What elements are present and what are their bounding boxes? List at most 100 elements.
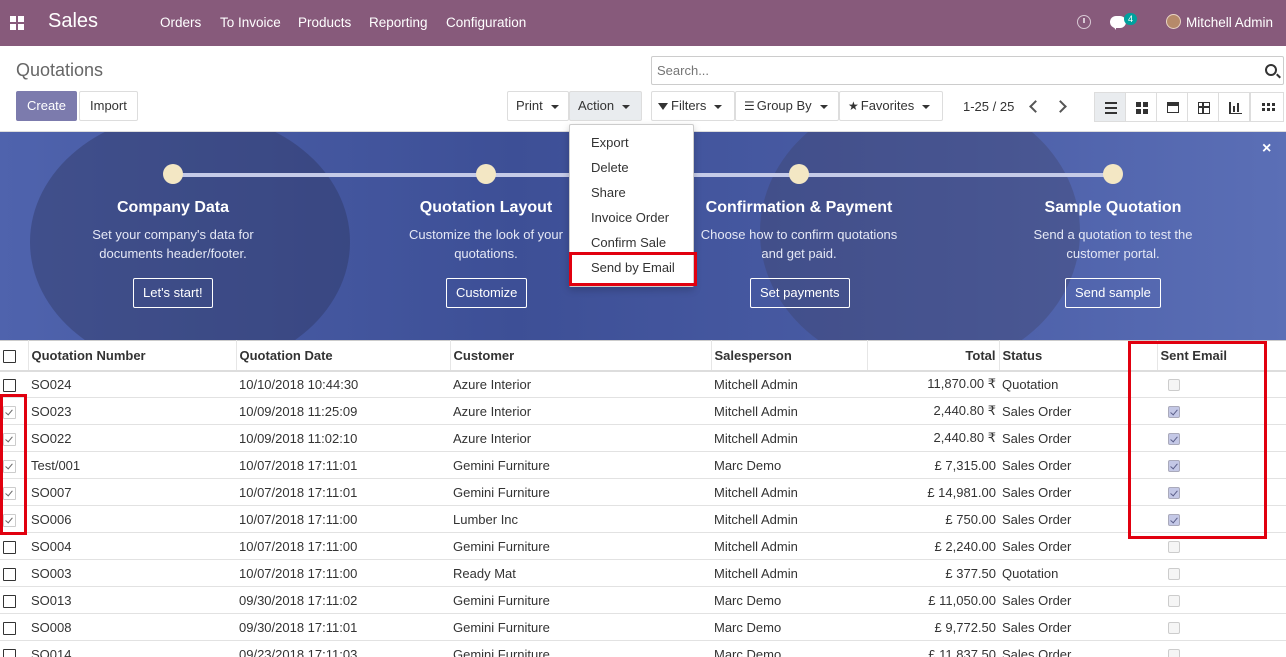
create-button[interactable]: Create [16, 91, 78, 121]
graph-view-icon[interactable] [1218, 92, 1250, 122]
select-all-header[interactable] [0, 341, 28, 371]
table-row[interactable]: SO014 09/23/2018 17:11:03 Gemini Furniture… [0, 641, 1286, 657]
step-desc: Send a quotation to test the customer por… [1013, 225, 1213, 263]
table-row[interactable]: SO023 10/09/2018 11:25:09 Azure Interior Mi… [0, 398, 1286, 425]
table-row[interactable]: SO006 10/07/2018 17:11:00 Lumber Inc Mitche… [0, 506, 1286, 533]
cell-customer: Gemini Furniture [453, 538, 550, 554]
row-select-checkbox[interactable] [3, 648, 16, 657]
highlight-selected-rows [0, 394, 27, 535]
menu-item-invoice-order[interactable]: Invoice Order [591, 210, 669, 225]
cell-quotation-date: 10/09/2018 11:02:10 [239, 430, 358, 446]
row-select-checkbox[interactable] [3, 621, 16, 635]
close-banner-icon[interactable]: × [1262, 140, 1271, 158]
search-bar[interactable] [651, 56, 1284, 85]
cell-total: 2,440.80 ₹ [933, 403, 997, 418]
calendar-view-icon[interactable] [1156, 92, 1188, 122]
step-desc: Set your company's data for documents hea… [73, 225, 273, 263]
app-brand[interactable]: Sales [48, 10, 98, 33]
row-select-checkbox[interactable] [3, 594, 16, 608]
groupby-bars-icon: ☰ [744, 99, 755, 113]
activity-clock-icon[interactable] [1077, 15, 1091, 29]
cell-salesperson: Mitchell Admin [714, 403, 798, 419]
cell-customer: Gemini Furniture [453, 457, 550, 473]
favorites-dropdown[interactable]: ★ Favorites [839, 91, 943, 121]
list-view-icon[interactable] [1094, 92, 1126, 122]
row-select-checkbox[interactable] [3, 540, 16, 554]
grid-view-icon[interactable] [1250, 92, 1284, 122]
menu-to-invoice[interactable]: To Invoice [220, 15, 281, 30]
user-avatar[interactable] [1166, 14, 1181, 29]
menu-item-share[interactable]: Share [591, 185, 626, 200]
row-select-cell[interactable] [0, 587, 28, 614]
step-desc-line: Send a quotation to test the [1033, 227, 1193, 242]
menu-configuration[interactable]: Configuration [446, 15, 526, 30]
table-row[interactable]: SO007 10/07/2018 17:11:01 Gemini Furniture… [0, 479, 1286, 506]
row-select-cell[interactable] [0, 533, 28, 560]
apps-grid-icon[interactable] [10, 16, 24, 30]
import-button[interactable]: Import [79, 91, 138, 121]
groupby-dropdown[interactable]: ☰ Group By [735, 91, 839, 121]
customize-button[interactable]: Customize [446, 278, 528, 308]
step-desc-line: and get paid. [761, 246, 837, 261]
table-row[interactable]: SO013 09/30/2018 17:11:02 Gemini Furniture… [0, 587, 1286, 614]
pager-previous-icon[interactable] [1022, 92, 1048, 120]
cell-status: Sales Order [1002, 646, 1072, 657]
header-customer[interactable]: Customer [449, 340, 711, 371]
table-row[interactable]: SO003 10/07/2018 17:11:00 Ready Mat Mitchel… [0, 560, 1286, 587]
step-dot [476, 164, 496, 184]
caret-down-icon [550, 104, 559, 109]
highlight-send-by-email [569, 252, 697, 286]
cell-salesperson: Mitchell Admin [714, 376, 798, 392]
menu-item-confirm-sale[interactable]: Confirm Sale [591, 235, 666, 250]
row-select-checkbox[interactable] [3, 378, 16, 392]
cell-customer: Lumber Inc [453, 511, 519, 527]
top-navbar: Sales Orders To Invoice Products Reporti… [0, 0, 1286, 46]
kanban-view-icon[interactable] [1125, 92, 1157, 122]
row-select-cell[interactable] [0, 560, 28, 587]
header-salesperson[interactable]: Salesperson [710, 340, 867, 371]
row-select-cell[interactable] [0, 641, 28, 657]
cell-salesperson: Marc Demo [714, 619, 782, 635]
cell-salesperson: Mitchell Admin [714, 538, 798, 554]
user-menu[interactable]: Mitchell Admin [1186, 15, 1273, 30]
cell-quotation-date: 10/07/2018 17:11:01 [239, 457, 358, 473]
row-select-checkbox[interactable] [3, 567, 16, 581]
pivot-view-icon[interactable] [1187, 92, 1219, 122]
menu-item-export[interactable]: Export [591, 135, 629, 150]
search-icon[interactable] [1265, 64, 1277, 76]
table-row[interactable]: SO024 10/10/2018 10:44:30 Azure Interior Mi… [0, 371, 1286, 398]
menu-orders[interactable]: Orders [160, 15, 201, 30]
select-all-checkbox[interactable] [3, 349, 16, 363]
step-dot [1103, 164, 1123, 184]
caret-down-icon [922, 104, 931, 109]
header-total[interactable]: Total [866, 340, 999, 371]
set-payments-button[interactable]: Set payments [750, 278, 850, 308]
table-row[interactable]: SO022 10/09/2018 11:02:10 Azure Interior Mi… [0, 425, 1286, 452]
table-row[interactable]: SO004 10/07/2018 17:11:00 Gemini Furniture… [0, 533, 1286, 560]
print-dropdown[interactable]: Print [507, 91, 569, 121]
print-label: Print [516, 98, 543, 113]
cell-customer: Azure Interior [453, 376, 532, 392]
pager-value[interactable]: 1-25 / 25 [963, 99, 1014, 114]
search-input[interactable] [652, 57, 1242, 84]
cell-quotation-date: 10/07/2018 17:11:00 [239, 538, 358, 554]
lets-start-button[interactable]: Let's start! [133, 278, 213, 308]
table-row[interactable]: SO008 09/30/2018 17:11:01 Gemini Furniture… [0, 614, 1286, 641]
sent-email-checkbox [1168, 649, 1180, 657]
action-dropdown[interactable]: Action [569, 91, 642, 121]
row-select-cell[interactable] [0, 614, 28, 641]
menu-item-delete[interactable]: Delete [591, 160, 629, 175]
header-quotation-date[interactable]: Quotation Date [235, 340, 450, 371]
menu-reporting[interactable]: Reporting [369, 15, 428, 30]
pager-next-icon[interactable] [1050, 92, 1076, 120]
filters-dropdown[interactable]: Filters [651, 91, 735, 121]
menu-products[interactable]: Products [298, 15, 351, 30]
header-quotation-number[interactable]: Quotation Number [27, 340, 236, 371]
caret-down-icon [622, 104, 631, 109]
table-row[interactable]: Test/001 10/07/2018 17:11:01 Gemini Furnit… [0, 452, 1286, 479]
cell-total: 11,870.00 ₹ [927, 376, 996, 392]
cell-quotation-date: 09/23/2018 17:11:03 [239, 646, 358, 657]
cell-status: Sales Order [1002, 619, 1072, 635]
send-sample-button[interactable]: Send sample [1065, 278, 1161, 308]
cell-salesperson: Mitchell Admin [714, 430, 798, 446]
